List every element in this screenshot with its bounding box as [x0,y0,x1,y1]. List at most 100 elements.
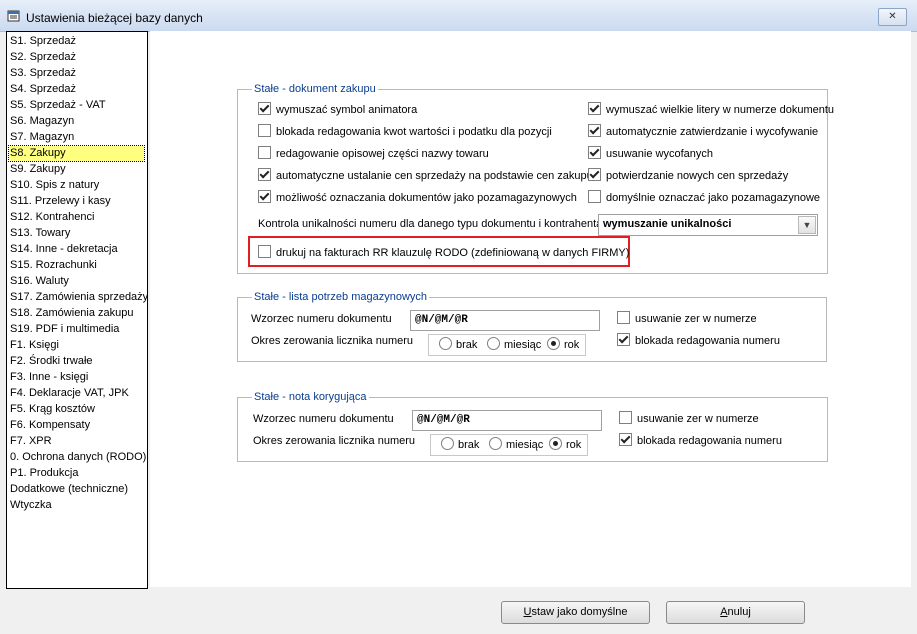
checkbox-box[interactable] [619,433,632,446]
radio-dot[interactable] [487,337,500,350]
pattern-value: @N/@M/@R [415,314,468,326]
group-legend: Stałe - dokument zakupu [252,83,378,96]
checkbox-box[interactable] [588,146,601,159]
radio-label: rok [564,339,580,351]
zeros-checkbox[interactable]: usuwanie zer w numerze [617,311,757,327]
option-checkbox[interactable]: potwierdzanie nowych cen sprzedaży [588,168,788,184]
sidebar-item[interactable]: S12. Kontrahenci [9,210,94,225]
lock-number-checkbox[interactable]: blokada redagowania numeru [619,433,782,449]
checkbox-box[interactable] [588,168,601,181]
option-checkbox[interactable]: automatycznie zatwierdzanie i wycofywani… [588,124,818,140]
checkbox-box[interactable] [617,311,630,324]
sidebar-item[interactable]: S2. Sprzedaż [9,50,76,65]
radio-dot[interactable] [547,337,560,350]
pattern-input[interactable]: @N/@M/@R [410,310,600,331]
option-checkbox[interactable]: usuwanie wycofanych [588,146,713,162]
sidebar-item[interactable]: F5. Krąg kosztów [9,402,95,417]
period-radio[interactable]: rok [547,337,579,353]
checkbox-label: potwierdzanie nowych cen sprzedaży [606,170,789,182]
sidebar-item[interactable]: Wtyczka [9,498,52,513]
sidebar-item[interactable]: F3. Inne - księgi [9,370,88,385]
set-as-default-button[interactable]: Ustaw jako domyślne [501,601,650,624]
sidebar-item[interactable]: S4. Sprzedaż [9,82,76,97]
sidebar-item[interactable]: 0. Ochrona danych (RODO) [9,450,146,465]
close-button[interactable]: ✕ [878,8,907,26]
sidebar-item[interactable]: S8. Zakupy [8,145,145,162]
period-radio[interactable]: brak [441,437,479,453]
sidebar-item[interactable]: S11. Przelewy i kasy [9,194,111,209]
option-checkbox[interactable]: wymuszać wielkie litery w numerze dokume… [588,102,834,118]
checkbox-label: blokada redagowania kwot wartości i poda… [276,126,552,138]
settings-category-list[interactable]: S1. Sprzedaż S2. Sprzedaż S3. Sprzedaż S4. … [6,31,148,589]
checkbox-box[interactable] [588,190,601,203]
option-checkbox[interactable]: wymuszać symbol animatora [258,102,417,118]
sidebar-item[interactable]: F6. Kompensaty [9,418,90,433]
sidebar-item[interactable]: S18. Zamówienia zakupu [9,306,134,321]
checkbox-box[interactable] [258,168,271,181]
sidebar-item[interactable]: S17. Zamówienia sprzedaży [9,290,148,305]
sidebar-item[interactable]: F2. Środki trwałe [9,354,93,369]
sidebar-item[interactable]: S14. Inne - dekretacja [9,242,118,257]
radio-dot[interactable] [441,437,454,450]
radio-label: brak [456,339,478,351]
sidebar-item[interactable]: S5. Sprzedaż - VAT [9,98,106,113]
checkbox-box[interactable] [588,102,601,115]
option-checkbox[interactable]: automatyczne ustalanie cen sprzedaży na … [258,168,593,184]
mnemonic-letter: A [720,606,728,618]
checkbox-label: wymuszać symbol animatora [276,104,418,116]
cancel-button[interactable]: Anuluj [666,601,805,624]
sidebar-item[interactable]: Dodatkowe (techniczne) [9,482,128,497]
uniqueness-select[interactable]: wymuszanie unikalności ▼ [598,214,818,236]
sidebar-item[interactable]: F4. Deklaracje VAT, JPK [9,386,129,401]
button-label: staw jako domyślne [531,606,628,618]
uniqueness-value: wymuszanie unikalności [603,218,732,230]
checkbox-label: domyślnie oznaczać jako pozamagazynowe [606,192,821,204]
radio-dot[interactable] [489,437,502,450]
sidebar-item[interactable]: S7. Magazyn [9,130,74,145]
radio-dot[interactable] [549,437,562,450]
checkbox-box[interactable] [619,411,632,424]
lock-number-checkbox[interactable]: blokada redagowania numeru [617,333,780,349]
sidebar-item[interactable]: P1. Produkcja [9,466,78,481]
sidebar-item[interactable]: S9. Zakupy [9,162,66,177]
sidebar-item[interactable]: S16. Waluty [9,274,69,289]
checkbox-label: blokada redagowania numeru [635,335,780,347]
period-radio[interactable]: miesiąc [489,437,543,453]
period-radio[interactable]: miesiąc [487,337,541,353]
checkbox-box[interactable] [258,245,271,258]
checkbox-label: usuwanie zer w numerze [637,413,759,425]
checkbox-box[interactable] [258,190,271,203]
pattern-label: Wzorzec numeru dokumentu [251,313,392,325]
pattern-input[interactable]: @N/@M/@R [412,410,602,431]
checkbox-box[interactable] [588,124,601,137]
option-checkbox[interactable]: blokada redagowania kwot wartości i poda… [258,124,552,140]
zeros-checkbox[interactable]: usuwanie zer w numerze [619,411,759,427]
sidebar-item[interactable]: S15. Rozrachunki [9,258,97,273]
sidebar-item[interactable]: F1. Księgi [9,338,59,353]
sidebar-item[interactable]: S19. PDF i multimedia [9,322,119,337]
sidebar-item[interactable]: S1. Sprzedaż [9,34,76,49]
period-radio[interactable]: rok [549,437,581,453]
chevron-down-icon[interactable]: ▼ [798,216,816,234]
rodo-clause-checkbox[interactable]: drukuj na fakturach RR klauzulę RODO (zd… [258,245,629,261]
button-label: nuluj [727,606,751,618]
sidebar-item[interactable]: S13. Towary [9,226,70,241]
sidebar-item[interactable]: S10. Spis z natury [9,178,99,193]
period-radio[interactable]: brak [439,337,477,353]
option-checkbox[interactable]: możliwość oznaczania dokumentów jako poz… [258,190,577,206]
radio-dot[interactable] [439,337,452,350]
sidebar-item[interactable]: S3. Sprzedaż [9,66,76,81]
radio-label: miesiąc [506,439,544,451]
checkbox-box[interactable] [258,146,271,159]
checkbox-box[interactable] [258,102,271,115]
checkbox-box[interactable] [258,124,271,137]
option-checkbox[interactable]: domyślnie oznaczać jako pozamagazynowe [588,190,820,206]
radio-label: brak [458,439,480,451]
checkbox-label: wymuszać wielkie litery w numerze dokume… [606,104,835,116]
option-checkbox[interactable]: redagowanie opisowej części nazwy towaru [258,146,489,162]
sidebar-item[interactable]: F7. XPR [9,434,52,449]
checkbox-box[interactable] [617,333,630,346]
sidebar-item[interactable]: S6. Magazyn [9,114,74,129]
checkbox-label: blokada redagowania numeru [637,435,782,447]
uniqueness-label: Kontrola unikalności numeru dla danego t… [258,218,603,230]
